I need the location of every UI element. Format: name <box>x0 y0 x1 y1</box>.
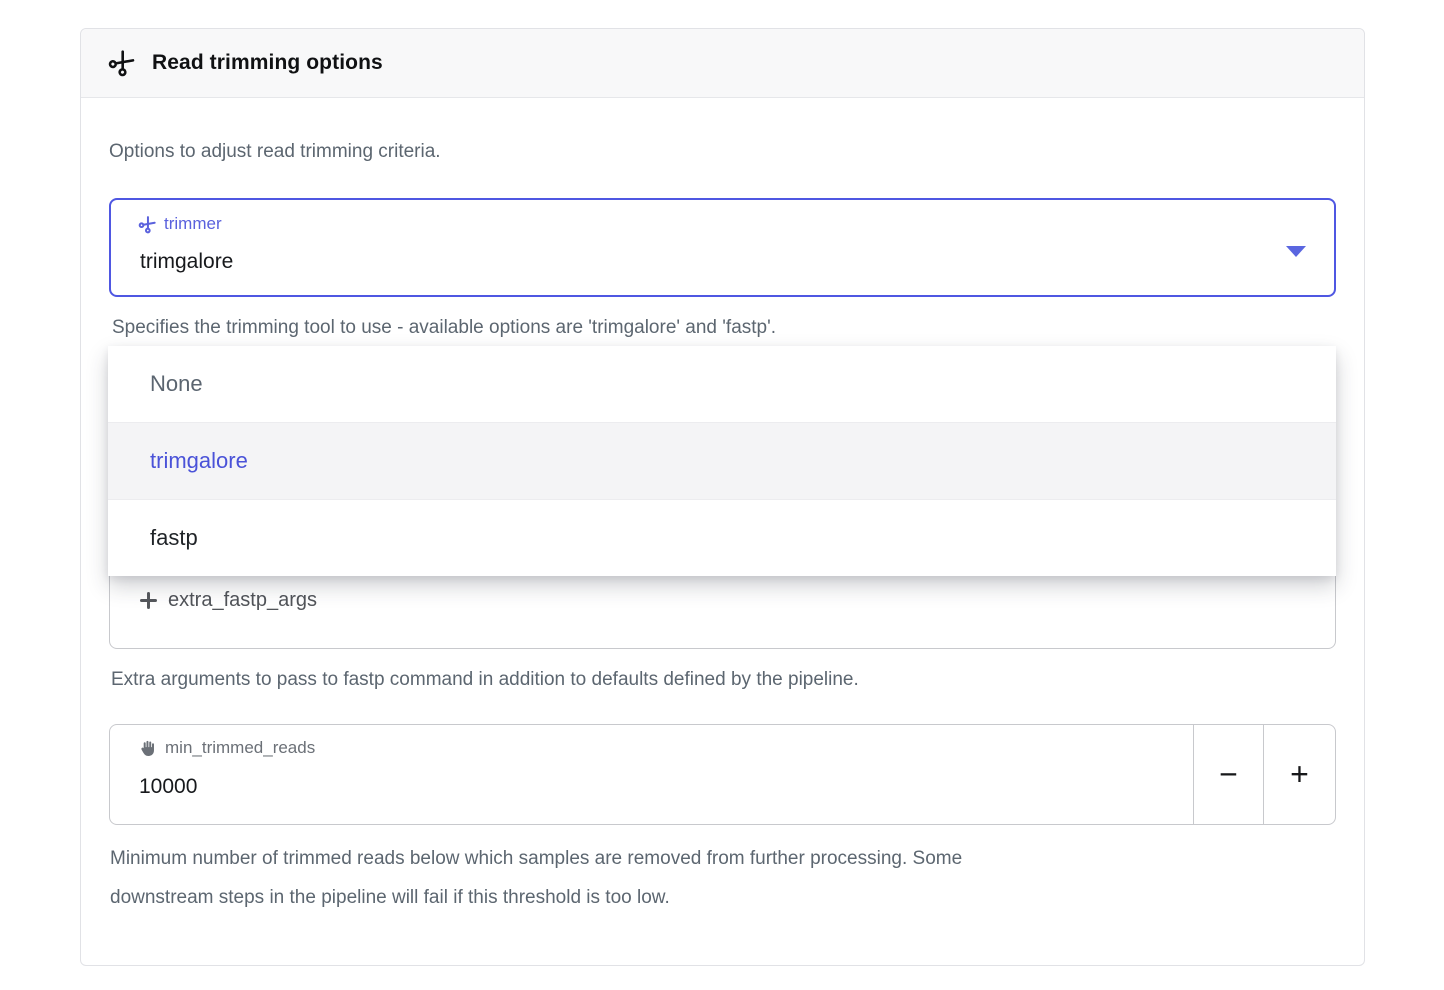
trimmer-label-row: trimmer <box>139 212 222 236</box>
trimmer-value: trimgalore <box>140 247 233 277</box>
scissors-icon <box>136 212 160 236</box>
dropdown-option-fastp[interactable]: fastp <box>108 500 1336 576</box>
dropdown-option-none[interactable]: None <box>108 346 1336 423</box>
trimmer-label: trimmer <box>164 212 222 236</box>
min-trimmed-reads-value: 10000 <box>139 772 197 802</box>
extra-fastp-args-label-row: extra_fastp_args <box>138 588 317 612</box>
hand-icon <box>138 739 157 758</box>
panel-description: Options to adjust read trimming criteria… <box>109 137 441 167</box>
increment-button[interactable]: + <box>1263 724 1336 825</box>
extra-fastp-args-help-text: Extra arguments to pass to fastp command… <box>111 665 859 695</box>
decrement-button[interactable]: − <box>1193 724 1264 825</box>
trimmer-help-text: Specifies the trimming tool to use - ava… <box>112 313 776 343</box>
dropdown-option-trimgalore[interactable]: trimgalore <box>108 423 1336 500</box>
min-trimmed-reads-input[interactable]: min_trimmed_reads 10000 <box>109 724 1194 825</box>
min-trimmed-reads-label: min_trimmed_reads <box>165 736 315 760</box>
trimmer-dropdown-menu: None trimgalore fastp <box>108 346 1336 576</box>
panel-header: Read trimming options <box>81 29 1364 98</box>
plus-icon <box>138 590 159 611</box>
min-trimmed-reads-help-text: Minimum number of trimmed reads below wh… <box>110 839 962 917</box>
min-trimmed-reads-group: min_trimmed_reads 10000 − + <box>109 724 1336 825</box>
panel-title: Read trimming options <box>152 51 383 75</box>
extra-fastp-args-label: extra_fastp_args <box>168 588 317 612</box>
help-line-1: Minimum number of trimmed reads below wh… <box>110 839 962 878</box>
chevron-down-icon[interactable] <box>1286 246 1306 257</box>
min-trimmed-reads-label-row: min_trimmed_reads <box>138 736 315 760</box>
trimmer-select[interactable]: trimmer trimgalore <box>109 198 1336 297</box>
scissors-icon <box>104 45 141 82</box>
read-trimming-options-panel: Read trimming options Options to adjust … <box>80 28 1365 966</box>
help-line-2: downstream steps in the pipeline will fa… <box>110 878 962 917</box>
